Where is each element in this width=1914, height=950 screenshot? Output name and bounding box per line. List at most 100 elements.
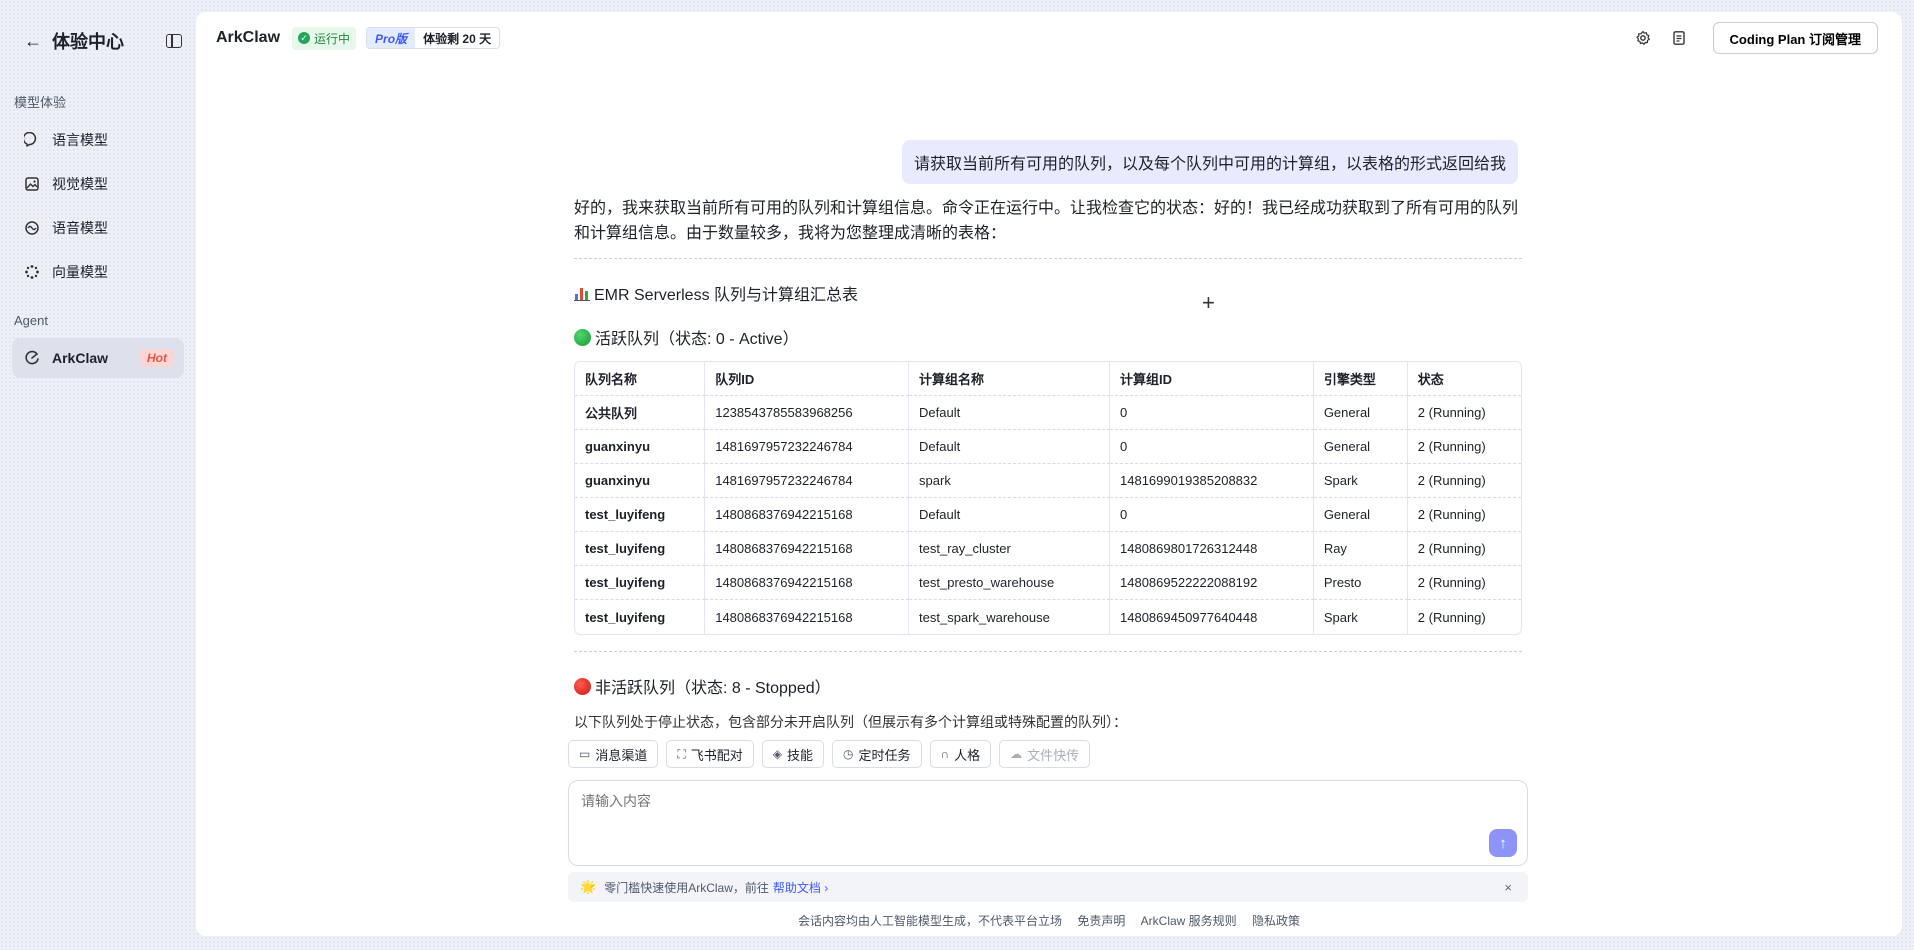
chip-label: 文件快传 bbox=[1027, 747, 1080, 763]
chip-label: 定时任务 bbox=[858, 747, 911, 763]
col-header: 状态 bbox=[1407, 362, 1521, 396]
sidebar-item-label: 语言模型 bbox=[52, 132, 108, 148]
vector-dots-icon bbox=[24, 264, 40, 280]
inactive-heading: 非活跃队列（状态: 8 - Stopped） bbox=[574, 674, 1522, 698]
chip-scheduled-tasks[interactable]: ◷ 定时任务 bbox=[832, 740, 922, 768]
table-cell: Presto bbox=[1313, 566, 1408, 600]
table-cell: 1238543785583968256 bbox=[705, 396, 910, 430]
col-header: 队列名称 bbox=[575, 362, 706, 396]
chip-feishu-pairing[interactable]: ⛶ 飞书配对 bbox=[666, 740, 754, 768]
trial-remaining: 体验剩 20 天 bbox=[423, 31, 492, 46]
top-actions: Coding Plan 订阅管理 bbox=[1633, 22, 1878, 54]
table-row: test_luyifeng 1480868376942215168 test_r… bbox=[575, 532, 1521, 566]
back-arrow-icon[interactable]: ← bbox=[24, 31, 42, 52]
table-cell: test_presto_warehouse bbox=[909, 566, 1110, 600]
app-name: ArkClaw bbox=[216, 29, 281, 46]
table-cell: 2 (Running) bbox=[1407, 464, 1521, 498]
table-cell: 0 bbox=[1110, 498, 1314, 532]
chat-bubble-icon bbox=[24, 132, 40, 148]
help-docs-link[interactable]: 帮助文档 › bbox=[773, 879, 828, 896]
collapse-sidebar-icon[interactable] bbox=[166, 34, 182, 48]
help-docs-label: 帮助文档 bbox=[772, 880, 821, 895]
sidebar-item-arkclaw[interactable]: ArkClaw Hot bbox=[12, 338, 184, 378]
table-cell: Ray bbox=[1313, 532, 1408, 566]
table-row: guanxinyu 1481697957232246784 spark 1481… bbox=[575, 464, 1521, 498]
table-cell: guanxinyu bbox=[575, 430, 706, 464]
service-rules-link[interactable]: ArkClaw 服务规则 bbox=[1141, 914, 1237, 928]
message-input[interactable] bbox=[581, 791, 1461, 831]
disclaimer-link[interactable]: 免责声明 bbox=[1077, 914, 1125, 928]
chip-label: 人格 bbox=[954, 747, 981, 763]
sidebar-item-label: ArkClaw bbox=[52, 350, 109, 366]
table-cell: test_ray_cluster bbox=[909, 532, 1110, 566]
table-row: test_luyifeng 1480868376942215168 test_s… bbox=[575, 600, 1521, 634]
cloud-icon: ☁ bbox=[1010, 747, 1023, 761]
table-cell: Spark bbox=[1314, 600, 1408, 634]
table-cell: 2 (Running) bbox=[1407, 430, 1521, 464]
claw-icon bbox=[24, 350, 40, 366]
table-row: test_luyifeng 1480868376942215168 test_p… bbox=[575, 566, 1521, 600]
tool-chips: ▭ 消息渠道 ⛶ 飞书配对 ◈ 技能 ◷ 定时任务 ∩ 人格 ☁ 文件快传 bbox=[568, 740, 1091, 768]
table-cell: 2 (Running) bbox=[1407, 566, 1521, 600]
sidebar-item-language-model[interactable]: 语言模型 bbox=[12, 121, 184, 159]
footer: 会话内容均由人工智能模型生成，不代表平台立场 免责声明 ArkClaw 服务规则… bbox=[196, 912, 1902, 929]
table-cell: 1480868376942215168 bbox=[705, 498, 910, 532]
sidebar: ← 体验中心 模型体验 语言模型 视觉模型 语音模型 向量模型 Agent Ar… bbox=[0, 0, 196, 950]
chip-message-channel[interactable]: ▭ 消息渠道 bbox=[568, 740, 659, 768]
summary-title: EMR Serverless 队列与计算组汇总表 bbox=[594, 287, 859, 304]
table-cell: guanxinyu bbox=[575, 464, 706, 498]
col-header: 引擎类型 bbox=[1313, 362, 1408, 396]
table-cell: 1481699019385208832 bbox=[1110, 464, 1314, 498]
table-cell: 2 (Running) bbox=[1407, 532, 1521, 566]
document-icon[interactable] bbox=[1669, 28, 1689, 48]
col-header: 队列ID bbox=[705, 362, 910, 396]
table-cell: 0 bbox=[1110, 396, 1314, 430]
status-badge: ✓ 运行中 bbox=[292, 26, 357, 50]
table-cell: General bbox=[1313, 430, 1408, 464]
red-circle-icon bbox=[574, 677, 591, 695]
sidebar-header: ← 体验中心 bbox=[12, 26, 184, 56]
privacy-policy-link[interactable]: 隐私政策 bbox=[1252, 914, 1300, 928]
table-cell: 1480869801726312448 bbox=[1110, 532, 1314, 566]
table-cell: General bbox=[1313, 396, 1408, 430]
table-cell: 2 (Running) bbox=[1417, 609, 1486, 625]
assistant-reply: 好的，我来获取当前所有可用的队列和计算组信息。命令正在运行中。让我检查它的状态：… bbox=[574, 196, 1522, 732]
sparkle-icon: 🌟 bbox=[580, 879, 597, 894]
table-row: 公共队列 1238543785583968256 Default 0 Gener… bbox=[575, 396, 1521, 430]
reply-intro: 好的，我来获取当前所有可用的队列和计算组信息。命令正在运行中。让我检查它的状态：… bbox=[574, 200, 1519, 242]
check-circle-icon: ✓ bbox=[298, 32, 311, 44]
sidebar-item-speech-model[interactable]: 语音模型 bbox=[12, 209, 184, 247]
coding-plan-button[interactable]: Coding Plan 订阅管理 bbox=[1712, 22, 1878, 54]
table-cell: 2 (Running) bbox=[1407, 396, 1521, 430]
table-header-row: 队列名称 队列ID 计算组名称 计算组ID 引擎类型 状态 bbox=[575, 362, 1521, 396]
chip-label: 飞书配对 bbox=[690, 747, 743, 763]
active-title: 活跃队列（状态: 0 - Active） bbox=[595, 331, 799, 348]
table-cell: test_luyifeng bbox=[575, 532, 706, 566]
sidebar-item-vision-model[interactable]: 视觉模型 bbox=[12, 165, 184, 203]
sidebar-item-label: 视觉模型 bbox=[52, 176, 108, 192]
main-panel: ArkClaw ✓ 运行中 Pro版 体验剩 20 天 Coding Plan … bbox=[196, 12, 1902, 936]
table-cell: 1480868376942215168 bbox=[705, 532, 910, 566]
close-tip-icon[interactable]: × bbox=[1504, 880, 1512, 895]
col-header: 计算组名称 bbox=[909, 362, 1110, 396]
message-icon: ▭ bbox=[579, 747, 591, 761]
table-cell: 1481697957232246784 bbox=[705, 464, 910, 498]
hot-badge: Hot bbox=[140, 349, 174, 367]
headset-icon: ∩ bbox=[940, 747, 950, 761]
chip-label: 技能 bbox=[787, 747, 814, 763]
table-cell: test_spark_warehouse bbox=[909, 600, 1110, 634]
sidebar-item-vector-model[interactable]: 向量模型 bbox=[12, 253, 184, 291]
settings-gear-icon[interactable] bbox=[1633, 28, 1653, 48]
sidebar-title: 体验中心 bbox=[52, 32, 124, 52]
waveform-icon bbox=[24, 220, 40, 236]
chip-persona[interactable]: ∩ 人格 bbox=[929, 740, 992, 768]
footer-notice: 会话内容均由人工智能模型生成，不代表平台立场 bbox=[797, 914, 1062, 928]
table-cell: 1480868376942215168 bbox=[705, 566, 910, 600]
queue-table: 队列名称 队列ID 计算组名称 计算组ID 引擎类型 状态 公共队列 12385… bbox=[574, 361, 1522, 635]
chip-label: 消息渠道 bbox=[595, 747, 648, 763]
chip-skills[interactable]: ◈ 技能 bbox=[761, 740, 825, 768]
plan-badge: Pro版 体验剩 20 天 bbox=[366, 27, 501, 49]
send-button[interactable]: ↑ bbox=[1489, 829, 1517, 857]
divider bbox=[574, 258, 1522, 259]
chip-file-transfer[interactable]: ☁ 文件快传 bbox=[999, 740, 1091, 768]
